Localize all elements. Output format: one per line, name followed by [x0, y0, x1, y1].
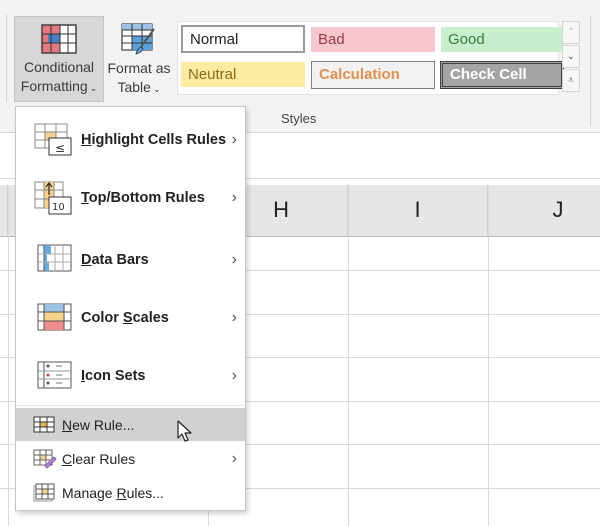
menu-item-label-prefix: Manage: [62, 484, 117, 501]
menu-accel: C: [62, 450, 73, 467]
color-scales-icon: [37, 303, 72, 331]
fat-label-line1: Format as: [107, 60, 171, 76]
ribbon-separator: [6, 14, 7, 102]
excel-window: Conditional Formatting ⌄ Format as Table ⌄…: [0, 0, 600, 526]
icon-sets-icon: [37, 361, 72, 389]
conditional-formatting-button[interactable]: Conditional Formatting ⌄: [14, 16, 104, 102]
style-normal[interactable]: Normal: [181, 25, 305, 53]
mouse-cursor-icon: [177, 420, 192, 442]
data-bars-icon: [37, 244, 72, 272]
grid-line: [488, 185, 489, 526]
conditional-formatting-menu: ≤ Highlight Cells Rules › 10 Top/Bottom …: [15, 106, 246, 511]
ribbon-separator: [590, 16, 591, 126]
svg-text:≤: ≤: [55, 141, 65, 155]
gallery-scroll: ⌃ ⌄ ⩡: [562, 21, 582, 95]
menu-item-color-scales[interactable]: Color Scales ›: [16, 289, 245, 347]
chevron-down-icon: ⌄: [152, 84, 161, 94]
style-good[interactable]: Good: [441, 27, 565, 52]
chevron-right-icon: ›: [231, 251, 237, 268]
menu-item-new-rule[interactable]: New Rule...: [16, 408, 245, 441]
column-header-i[interactable]: I: [348, 185, 488, 237]
grid-line: [348, 185, 349, 526]
chevron-right-icon: ›: [231, 309, 237, 326]
gallery-more-button[interactable]: ⩡: [562, 69, 580, 92]
menu-accel: H: [81, 132, 92, 148]
menu-item-manage-rules[interactable]: Manage Rules...: [16, 476, 245, 509]
menu-item-label: cales: [132, 310, 169, 326]
chevron-right-icon: ›: [231, 131, 237, 148]
menu-accel: D: [81, 252, 92, 268]
fat-label-line2: Table: [117, 79, 151, 95]
menu-separator: [16, 405, 245, 406]
menu-item-label: ules...: [126, 484, 164, 501]
menu-item-label: ighlight Cells Rules: [91, 132, 227, 148]
svg-text:10: 10: [52, 202, 65, 213]
new-rule-icon: [33, 416, 55, 433]
menu-item-label-prefix: Color: [81, 310, 123, 326]
menu-item-highlight-cells-rules[interactable]: ≤ Highlight Cells Rules ›: [16, 111, 245, 169]
clear-rules-icon: [33, 449, 57, 469]
style-bad[interactable]: Bad: [311, 27, 435, 52]
menu-item-label: op/Bottom Rules: [88, 190, 205, 206]
menu-accel: N: [62, 416, 73, 433]
chevron-right-icon: ›: [231, 449, 237, 467]
menu-item-data-bars[interactable]: Data Bars ›: [16, 231, 245, 289]
format-as-table-icon: [121, 23, 155, 55]
menu-item-icon-sets[interactable]: Icon Sets ›: [16, 347, 245, 405]
style-calculation[interactable]: Calculation: [311, 61, 435, 89]
cf-label-line2: Formatting: [20, 78, 88, 94]
top-bottom-rules-icon: 10: [34, 181, 72, 215]
cell-styles-gallery: Normal Bad Good Neutral Calculation Chec…: [177, 21, 565, 95]
style-neutral[interactable]: Neutral: [181, 62, 305, 87]
chevron-right-icon: ›: [231, 367, 237, 384]
styles-group-label: Styles: [281, 111, 317, 126]
menu-item-label: ata Bars: [91, 252, 149, 268]
gallery-scroll-up-button[interactable]: ⌃: [562, 21, 580, 44]
menu-item-clear-rules[interactable]: Clear Rules ›: [16, 442, 245, 475]
column-header-j[interactable]: J: [488, 185, 600, 237]
menu-item-top-bottom-rules[interactable]: 10 Top/Bottom Rules ›: [16, 169, 245, 227]
chevron-right-icon: ›: [231, 189, 237, 206]
format-as-table-button[interactable]: Format as Table ⌄: [104, 16, 174, 102]
menu-item-label: lear Rules: [72, 450, 136, 467]
gallery-scroll-down-button[interactable]: ⌄: [562, 45, 580, 68]
manage-rules-icon: [33, 483, 55, 502]
menu-item-label: con Sets: [85, 368, 146, 384]
menu-accel: R: [116, 484, 127, 501]
menu-item-label: ew Rule...: [72, 416, 135, 433]
highlight-cells-rules-icon: ≤: [34, 123, 72, 156]
chevron-down-icon: ⌄: [89, 83, 98, 93]
grid-line: [8, 185, 9, 526]
menu-accel: S: [122, 310, 133, 326]
cf-label-line1: Conditional: [23, 59, 95, 75]
menu-accel: T: [81, 190, 89, 206]
column-header-f[interactable]: F: [0, 185, 8, 237]
conditional-formatting-icon: [41, 24, 77, 54]
style-check-cell[interactable]: Check Cell: [440, 61, 564, 89]
